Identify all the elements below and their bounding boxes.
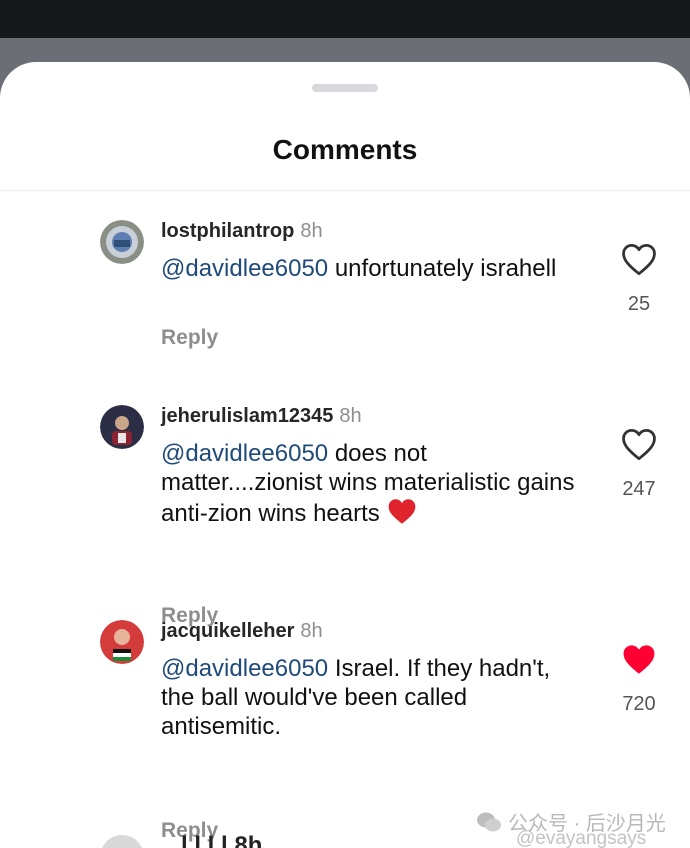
like-count: 25 xyxy=(627,293,651,315)
avatar-image xyxy=(100,220,144,264)
drag-handle[interactable] xyxy=(312,84,378,92)
comment-meta: jeherulislam12345 8h xyxy=(161,405,362,428)
comment-item: jeherulislam12345 8h @davidlee6050 does n… xyxy=(0,405,690,627)
timestamp: 8h xyxy=(300,220,323,242)
comment-meta: jacquikelleher 8h xyxy=(161,620,323,643)
comment-item: lostphilantrop 8h @davidlee6050 unfortuna… xyxy=(0,220,690,420)
username[interactable]: jeherulislam12345 xyxy=(161,405,333,427)
avatar[interactable] xyxy=(100,835,144,848)
comment-item: jacquikelleher 8h @davidlee6050 Israel. I… xyxy=(0,620,690,842)
mention-link[interactable]: @davidlee6050 xyxy=(161,440,328,467)
watermark: 公众号 · 后沙月光 @evayangsays xyxy=(476,807,666,848)
comments-sheet: Comments lostphilantrop 8h @davidlee6050 … xyxy=(0,62,690,848)
watermark-handle: @evayangsays xyxy=(516,828,647,848)
timestamp: 8h xyxy=(300,620,323,642)
avatar[interactable] xyxy=(100,620,144,664)
like-count: 720 xyxy=(622,693,656,715)
heart-filled-icon[interactable] xyxy=(620,642,658,676)
wechat-icon xyxy=(477,812,501,832)
comment-body: unfortunately israhell xyxy=(328,255,557,282)
mention-link[interactable]: @davidlee6050 xyxy=(161,655,328,682)
mention-link[interactable]: @davidlee6050 xyxy=(161,255,328,282)
comment-text: @davidlee6050 does not matter....zionist… xyxy=(161,439,581,528)
username[interactable]: lostphilantrop xyxy=(161,220,294,242)
partial-comment-username: ...l.l.l.l 8h xyxy=(161,832,263,848)
avatar-image xyxy=(100,620,144,664)
comment-text: @davidlee6050 Israel. If they hadn't, th… xyxy=(161,654,581,741)
like-count: 247 xyxy=(622,478,656,500)
reply-button[interactable]: Reply xyxy=(161,326,218,350)
avatar[interactable] xyxy=(100,405,144,449)
timestamp: 8h xyxy=(339,405,362,427)
comment-meta: lostphilantrop 8h xyxy=(161,220,323,243)
status-bar xyxy=(0,0,690,38)
divider xyxy=(0,190,690,191)
sheet-title: Comments xyxy=(272,134,418,165)
username[interactable]: jacquikelleher xyxy=(161,620,294,642)
comment-text: @davidlee6050 unfortunately israhell xyxy=(161,254,581,283)
red-heart-emoji-icon xyxy=(388,499,416,524)
avatar-image xyxy=(100,405,144,449)
avatar[interactable] xyxy=(100,220,144,264)
heart-outline-icon[interactable] xyxy=(620,242,658,276)
heart-outline-icon[interactable] xyxy=(620,427,658,461)
